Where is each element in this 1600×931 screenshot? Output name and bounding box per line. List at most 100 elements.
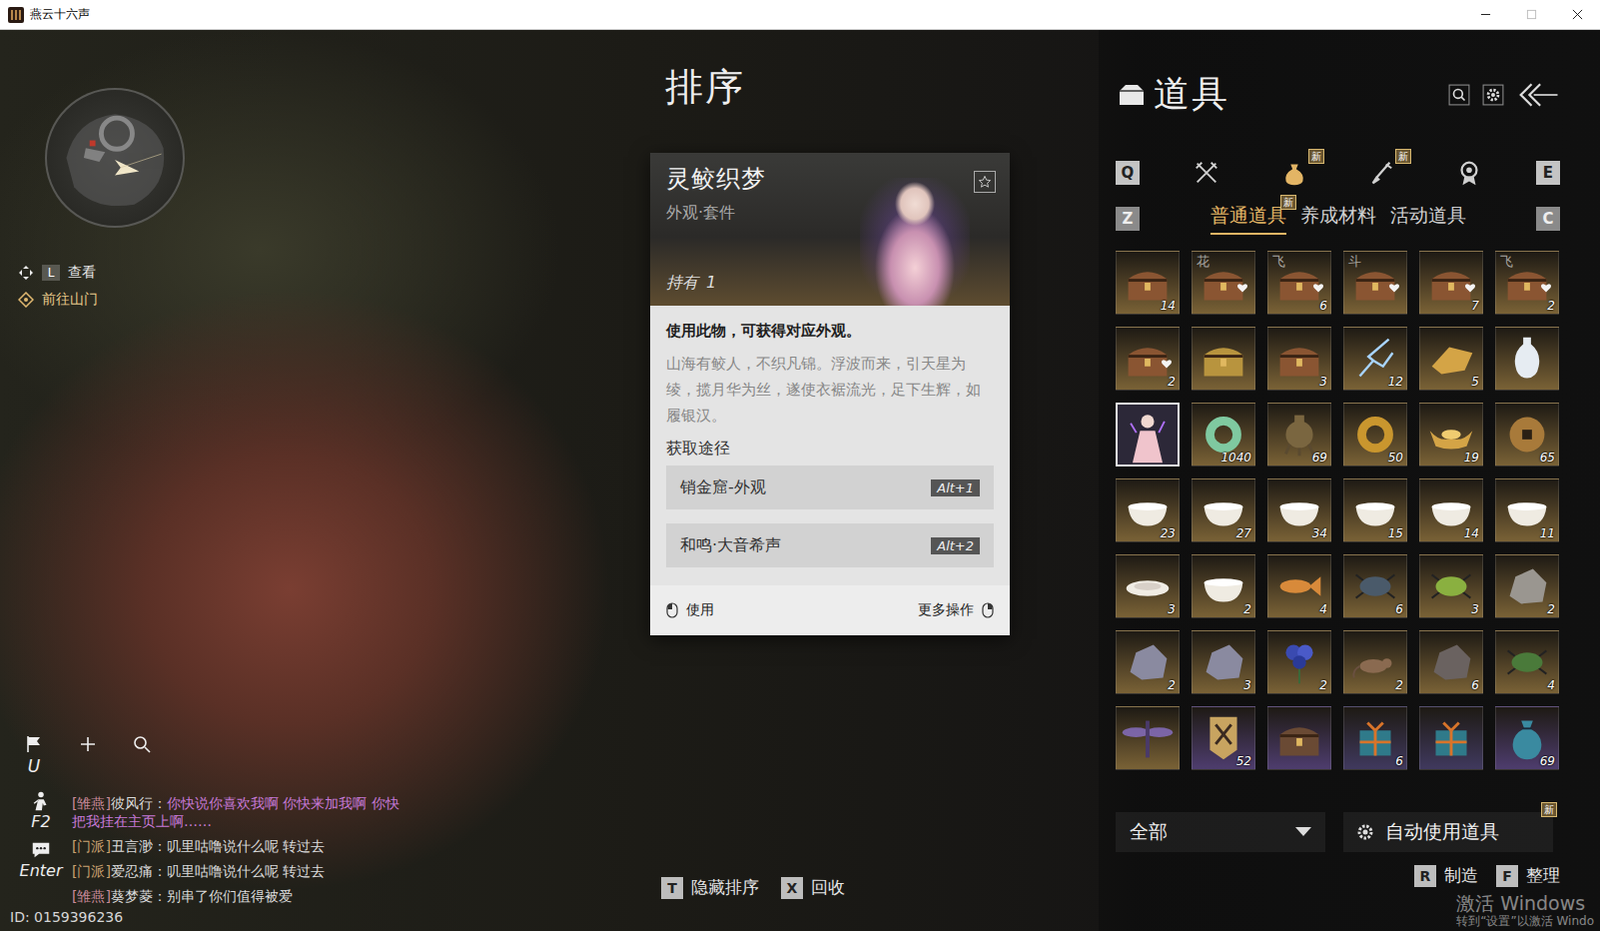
chat-sender[interactable]: 葵梦菱： <box>110 887 167 904</box>
next-tab-key[interactable]: E <box>1536 160 1561 185</box>
item-count: 6 <box>1395 754 1404 769</box>
item-slot[interactable]: 2 <box>1343 630 1408 695</box>
next-subtab-key[interactable]: C <box>1536 206 1561 231</box>
chat-sender[interactable]: 爱忍痛： <box>110 862 167 879</box>
tooltip-title-block: 灵鲛织梦外观·套件持有1 <box>650 152 860 306</box>
item-slot[interactable]: 2 <box>1191 554 1256 619</box>
item-slot[interactable]: 1040 <box>1191 402 1256 467</box>
item-slot[interactable]: 23 <box>1115 478 1180 543</box>
minimize-button[interactable] <box>1462 0 1509 29</box>
subtab[interactable]: 活动道具 <box>1390 202 1467 235</box>
game-view: L查看前往山门UF2Enter[雏燕]彼风行：你快说你喜欢我啊 你快来加我啊 你… <box>0 29 1600 931</box>
sort-column: 排序灵鲛织梦外观·套件持有1使用此物，可获得对应外观。山海有鲛人，不织凡锦。浮波… <box>647 29 1099 931</box>
item-slot[interactable]: 斗 <box>1343 250 1408 315</box>
item-slot[interactable]: 15 <box>1343 478 1408 543</box>
subtab[interactable]: 养成材料 <box>1300 202 1377 235</box>
item-count: 12 <box>1388 374 1404 389</box>
item-mark: 花 <box>1196 252 1210 271</box>
search-button[interactable] <box>1448 83 1471 106</box>
auto-use-button[interactable]: 自动使用道具新 <box>1343 811 1554 852</box>
item-slot[interactable]: 6 <box>1343 706 1408 771</box>
item-slot[interactable]: 69 <box>1267 402 1332 467</box>
subtab-label: 活动道具 <box>1390 203 1467 226</box>
item-slot[interactable]: 5 <box>1419 326 1484 391</box>
item-slot[interactable]: 2 <box>1115 326 1180 391</box>
quick-button[interactable] <box>131 734 152 755</box>
category-tab[interactable] <box>1186 156 1227 189</box>
filter-dropdown[interactable]: 全部 <box>1115 811 1326 852</box>
settings-button[interactable] <box>1482 83 1505 106</box>
quick-button[interactable]: U <box>23 734 44 777</box>
source-row[interactable]: 和鸣·大音希声Alt+2 <box>666 523 994 568</box>
item-count: 6 <box>1471 678 1480 693</box>
item-slot[interactable] <box>1115 402 1180 467</box>
item-slot[interactable]: 14 <box>1115 250 1180 315</box>
subtab[interactable]: 普通道具新 <box>1210 202 1287 235</box>
category-tab[interactable]: 新 <box>1274 156 1315 189</box>
quick-button[interactable] <box>77 734 98 755</box>
item-slot[interactable]: 50 <box>1343 402 1408 467</box>
item-slot[interactable]: 3 <box>1419 554 1484 619</box>
held-count: 持有1 <box>666 272 860 294</box>
item-slot[interactable] <box>1495 326 1560 391</box>
item-slot[interactable] <box>1191 326 1256 391</box>
item-slot[interactable]: 花 <box>1191 250 1256 315</box>
item-slot[interactable]: 14 <box>1419 478 1484 543</box>
chat-button[interactable]: F2 <box>17 790 64 831</box>
item-slot[interactable] <box>1115 706 1180 771</box>
item-slot[interactable]: 11 <box>1495 478 1560 543</box>
maximize-button[interactable] <box>1508 0 1555 29</box>
minimap[interactable] <box>44 87 185 228</box>
portrait-icon <box>1117 404 1178 465</box>
item-slot[interactable]: 3 <box>1191 630 1256 695</box>
item-slot[interactable]: 4 <box>1495 630 1560 695</box>
source-list: 销金窟-外观Alt+1 和鸣·大音希声Alt+2 <box>666 465 994 568</box>
item-count: 19 <box>1464 450 1480 465</box>
chat-button[interactable]: Enter <box>17 838 64 880</box>
tooltip-action[interactable]: 更多操作 <box>917 601 994 620</box>
close-button[interactable] <box>1554 0 1600 29</box>
sort-action[interactable]: X回收 <box>781 875 845 899</box>
view-hint[interactable]: L查看 <box>17 263 648 282</box>
category-tab[interactable] <box>1449 156 1490 189</box>
heart-icon <box>1160 357 1173 370</box>
item-slot[interactable]: 19 <box>1419 402 1484 467</box>
quest-hint[interactable]: 前往山门 <box>17 290 648 309</box>
category-tab[interactable]: 新 <box>1361 156 1402 189</box>
item-slot[interactable]: 65 <box>1495 402 1560 467</box>
panel-action[interactable]: F整理 <box>1496 863 1561 887</box>
item-slot[interactable] <box>1419 706 1484 771</box>
tooltip-action[interactable]: 使用 <box>666 601 715 620</box>
item-count: 2 <box>1319 678 1328 693</box>
panel-title: 道具 <box>1153 69 1230 119</box>
item-slot[interactable]: 6 <box>1419 630 1484 695</box>
item-slot[interactable]: 2 <box>1115 630 1180 695</box>
item-slot[interactable]: 4 <box>1267 554 1332 619</box>
item-slot[interactable] <box>1267 706 1332 771</box>
item-slot[interactable]: 69 <box>1495 706 1560 771</box>
item-count: 52 <box>1236 754 1252 769</box>
item-slot[interactable]: 2 <box>1495 554 1560 619</box>
panel-action[interactable]: R制造 <box>1414 863 1479 887</box>
item-slot[interactable]: 34 <box>1267 478 1332 543</box>
favorite-button[interactable] <box>973 170 996 193</box>
item-slot[interactable]: 3 <box>1115 554 1180 619</box>
chat-sender[interactable]: 丑言渺： <box>110 837 167 854</box>
item-slot[interactable]: 52 <box>1191 706 1256 771</box>
prev-tab-key[interactable]: Q <box>1115 160 1140 185</box>
prev-subtab-key[interactable]: Z <box>1115 206 1140 231</box>
item-slot[interactable]: 12 <box>1343 326 1408 391</box>
item-slot[interactable]: 飞2 <box>1495 250 1560 315</box>
key-label: Enter <box>19 860 63 880</box>
chat-sender[interactable]: 彼风行： <box>110 795 167 811</box>
item-slot[interactable]: 6 <box>1343 554 1408 619</box>
player-id: ID: 0159396236 <box>9 908 648 925</box>
back-button[interactable] <box>1516 81 1561 108</box>
source-row[interactable]: 销金窟-外观Alt+1 <box>666 465 994 510</box>
item-slot[interactable]: 7 <box>1419 250 1484 315</box>
item-slot[interactable]: 3 <box>1267 326 1332 391</box>
item-slot[interactable]: 27 <box>1191 478 1256 543</box>
item-slot[interactable]: 飞6 <box>1267 250 1332 315</box>
item-slot[interactable]: 2 <box>1267 630 1332 695</box>
sort-action[interactable]: T隐藏排序 <box>661 875 760 899</box>
